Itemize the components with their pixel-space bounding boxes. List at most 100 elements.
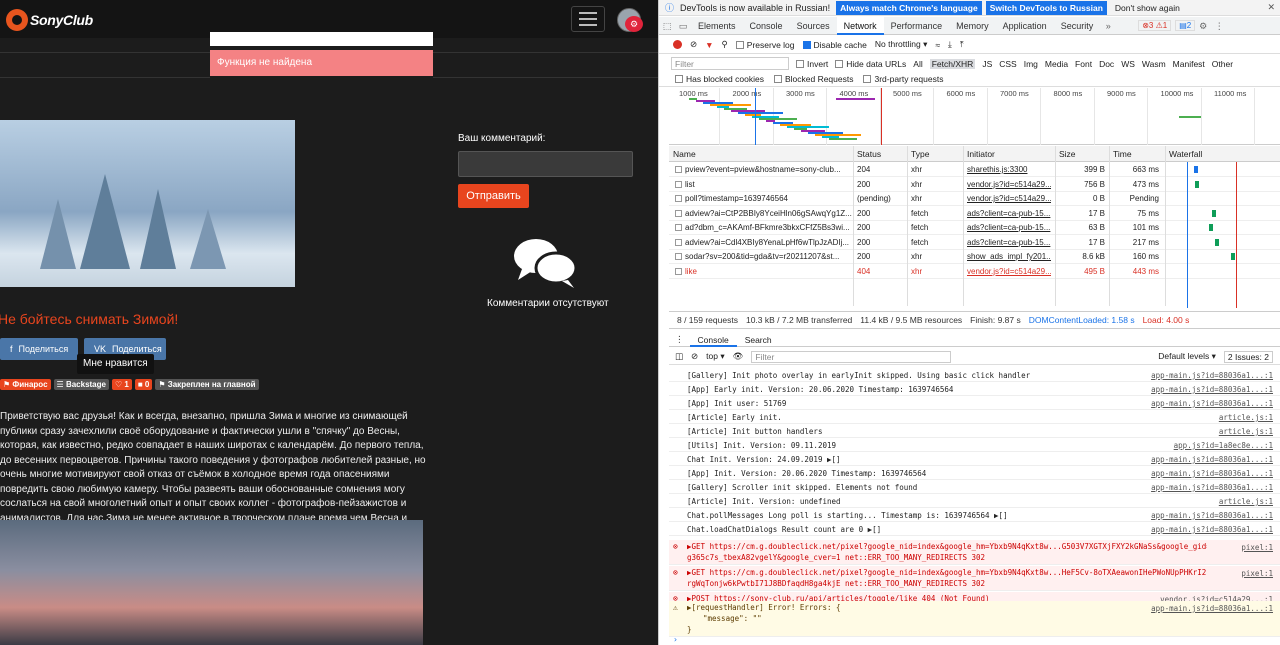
article-cover-image[interactable]: [0, 120, 295, 287]
filter-type-js[interactable]: JS: [982, 59, 992, 69]
console-source-link[interactable]: app-main.js?id=88036a1...:1: [1151, 469, 1273, 478]
search-input[interactable]: [210, 32, 433, 46]
dont-show-button[interactable]: Don't show again: [1111, 1, 1184, 15]
request-initiator[interactable]: vendor.js?id=c514a29...: [967, 194, 1051, 203]
request-row[interactable]: poll?timestamp=1639746564 (pending) xhr ven…: [669, 192, 1280, 206]
tab-console[interactable]: Console: [689, 333, 737, 347]
invert-checkbox[interactable]: Invert: [796, 59, 828, 69]
preserve-log-checkbox[interactable]: Preserve log: [735, 40, 795, 50]
article-tag[interactable]: ♡ 1: [111, 379, 132, 390]
device-toggle-icon[interactable]: ▭: [675, 17, 691, 35]
more-tabs-icon[interactable]: »: [1100, 17, 1116, 35]
request-initiator[interactable]: sharethis.js:3300: [967, 165, 1051, 174]
console-source-link[interactable]: app-main.js?id=88036a1...:1: [1151, 511, 1273, 520]
tab-network[interactable]: Network: [836, 16, 884, 35]
tab-sources[interactable]: Sources: [790, 17, 837, 35]
request-row[interactable]: list 200 xhr vendor.js?id=c514a29... 756 B 47…: [669, 178, 1280, 192]
clear-icon[interactable]: ⊘: [690, 39, 697, 50]
tab-console[interactable]: Console: [743, 17, 790, 35]
column-header-size[interactable]: Size: [1059, 149, 1076, 159]
filter-type-other[interactable]: Other: [1212, 59, 1233, 69]
request-row[interactable]: pview?event=pview&hostname=sony-club... 2…: [669, 163, 1280, 177]
inspect-icon[interactable]: ⬚: [659, 17, 675, 35]
filter-type-font[interactable]: Font: [1075, 59, 1092, 69]
request-initiator[interactable]: vendor.js?id=c514a29...: [967, 180, 1051, 189]
console-prompt[interactable]: ›: [669, 635, 1280, 645]
sidebar-toggle-icon[interactable]: ◫: [675, 351, 683, 362]
kebab-menu-icon[interactable]: ⋮: [1211, 17, 1227, 35]
network-filter-input[interactable]: Filter: [671, 57, 789, 70]
article-image-2[interactable]: [0, 520, 423, 645]
request-initiator[interactable]: ads?client=ca-pub-15...: [967, 209, 1051, 218]
column-header-initiator[interactable]: Initiator: [967, 149, 995, 159]
console-error-text[interactable]: ▶GET https://cm.g.doubleclick.net/pixel?…: [687, 542, 1207, 551]
article-tag[interactable]: ⚑ Закреплен на главной: [155, 379, 259, 390]
column-header-name[interactable]: Name: [673, 149, 696, 159]
error-warning-badges[interactable]: ⊗3 ⚠1 ▤2: [1134, 20, 1196, 31]
request-row[interactable]: adview?ai=CtP2BBIy8YceiHln06gSAwqYg1Z...…: [669, 207, 1280, 221]
article-tag[interactable]: ☰ Backstage: [53, 379, 109, 390]
console-source-link[interactable]: article.js:1: [1219, 413, 1273, 422]
console-source-link[interactable]: pixel:1: [1241, 569, 1273, 578]
request-row[interactable]: ad?dbm_c=AKAmf-BFkmre3bkxCFfZ5Bs3wi... 20…: [669, 221, 1280, 235]
request-initiator[interactable]: vendor.js?id=c514a29...: [967, 267, 1051, 276]
console-source-link[interactable]: app.js?id=1a8ec8e...:1: [1174, 441, 1273, 450]
console-source-link[interactable]: app-main.js?id=88036a1...:1: [1151, 483, 1273, 492]
console-source-link[interactable]: article.js:1: [1219, 497, 1273, 506]
import-icon[interactable]: ⤓: [948, 39, 952, 50]
console-source-link[interactable]: article.js:1: [1219, 427, 1273, 436]
article-tag[interactable]: ⚑ Финарос: [0, 379, 51, 390]
console-source-link[interactable]: app-main.js?id=88036a1...:1: [1151, 525, 1273, 534]
console-filter-input[interactable]: Filter: [751, 350, 952, 363]
record-icon[interactable]: [673, 40, 682, 49]
export-icon[interactable]: ⤒: [960, 39, 964, 50]
tab-security[interactable]: Security: [1054, 17, 1101, 35]
console-source-link[interactable]: app-main.js?id=88036a1...:1: [1151, 371, 1273, 380]
share-facebook-button[interactable]: f Поделиться: [0, 338, 78, 360]
console-source-link[interactable]: app-main.js?id=88036a1...:1: [1151, 385, 1273, 394]
filter-type-css[interactable]: CSS: [999, 59, 1016, 69]
filter-type-media[interactable]: Media: [1045, 59, 1068, 69]
switch-language-button[interactable]: Switch DevTools to Russian: [985, 0, 1107, 15]
tab-memory[interactable]: Memory: [949, 17, 996, 35]
error-count-badge[interactable]: ⊗3 ⚠1: [1138, 20, 1172, 31]
column-header-type[interactable]: Type: [911, 149, 929, 159]
avatar-settings-badge[interactable]: ⚙: [625, 16, 643, 32]
console-source-link[interactable]: app-main.js?id=88036a1...:1: [1151, 399, 1273, 408]
drawer-menu-icon[interactable]: ⋮: [669, 334, 690, 345]
filter-type-img[interactable]: Img: [1024, 59, 1038, 69]
network-overview-timeline[interactable]: 1000 ms 2000 ms 3000 ms 4000 ms 5000 ms 6000 …: [669, 88, 1280, 145]
column-header-time[interactable]: Time: [1113, 149, 1132, 159]
request-row[interactable]: adview?ai=Cdl4XBIy8YenaLpHf6wTlpJzADIj..…: [669, 236, 1280, 250]
filter-type-all[interactable]: All: [913, 59, 922, 69]
request-initiator[interactable]: ads?client=ca-pub-15...: [967, 238, 1051, 247]
close-icon[interactable]: ✕: [1267, 2, 1275, 13]
eye-icon[interactable]: 👁: [733, 351, 744, 362]
tab-performance[interactable]: Performance: [884, 17, 950, 35]
console-source-link[interactable]: app-main.js?id=88036a1...:1: [1151, 604, 1273, 613]
column-header-waterfall[interactable]: Waterfall: [1169, 149, 1202, 159]
send-comment-button[interactable]: Отправить: [458, 184, 529, 208]
tab-application[interactable]: Application: [996, 17, 1054, 35]
filter-type-ws[interactable]: WS: [1121, 59, 1135, 69]
match-language-button[interactable]: Always match Chrome's language: [836, 0, 982, 15]
filter-type-fetch-xhr[interactable]: Fetch/XHR: [929, 58, 976, 69]
settings-icon[interactable]: ⚙: [1195, 17, 1211, 35]
blocked-requests-checkbox[interactable]: Blocked Requests: [773, 74, 853, 84]
console-source-link[interactable]: app-main.js?id=88036a1...:1: [1151, 455, 1273, 464]
throttling-select[interactable]: No throttling ▾: [875, 39, 927, 50]
hide-data-urls-checkbox[interactable]: Hide data URLs: [835, 59, 906, 69]
request-row[interactable]: sodar?sv=200&tid=gda&tv=r20211207&st... 2…: [669, 250, 1280, 264]
article-tag[interactable]: ■ 0: [134, 379, 153, 390]
site-logo[interactable]: SonyClub: [6, 9, 93, 31]
request-initiator[interactable]: show_ads_impl_fy201...: [967, 252, 1051, 261]
clear-console-icon[interactable]: ⊘: [691, 351, 698, 362]
column-header-status[interactable]: Status: [857, 149, 881, 159]
tab-elements[interactable]: Elements: [691, 17, 743, 35]
disable-cache-checkbox[interactable]: Disable cache: [802, 40, 867, 50]
blocked-cookies-checkbox[interactable]: Has blocked cookies: [675, 74, 764, 84]
search-icon[interactable]: ⚲: [722, 39, 728, 50]
filter-icon[interactable]: ▼: [705, 40, 713, 50]
console-error-text[interactable]: ▶GET https://cm.g.doubleclick.net/pixel?…: [687, 568, 1207, 577]
tab-search[interactable]: Search: [737, 333, 780, 347]
